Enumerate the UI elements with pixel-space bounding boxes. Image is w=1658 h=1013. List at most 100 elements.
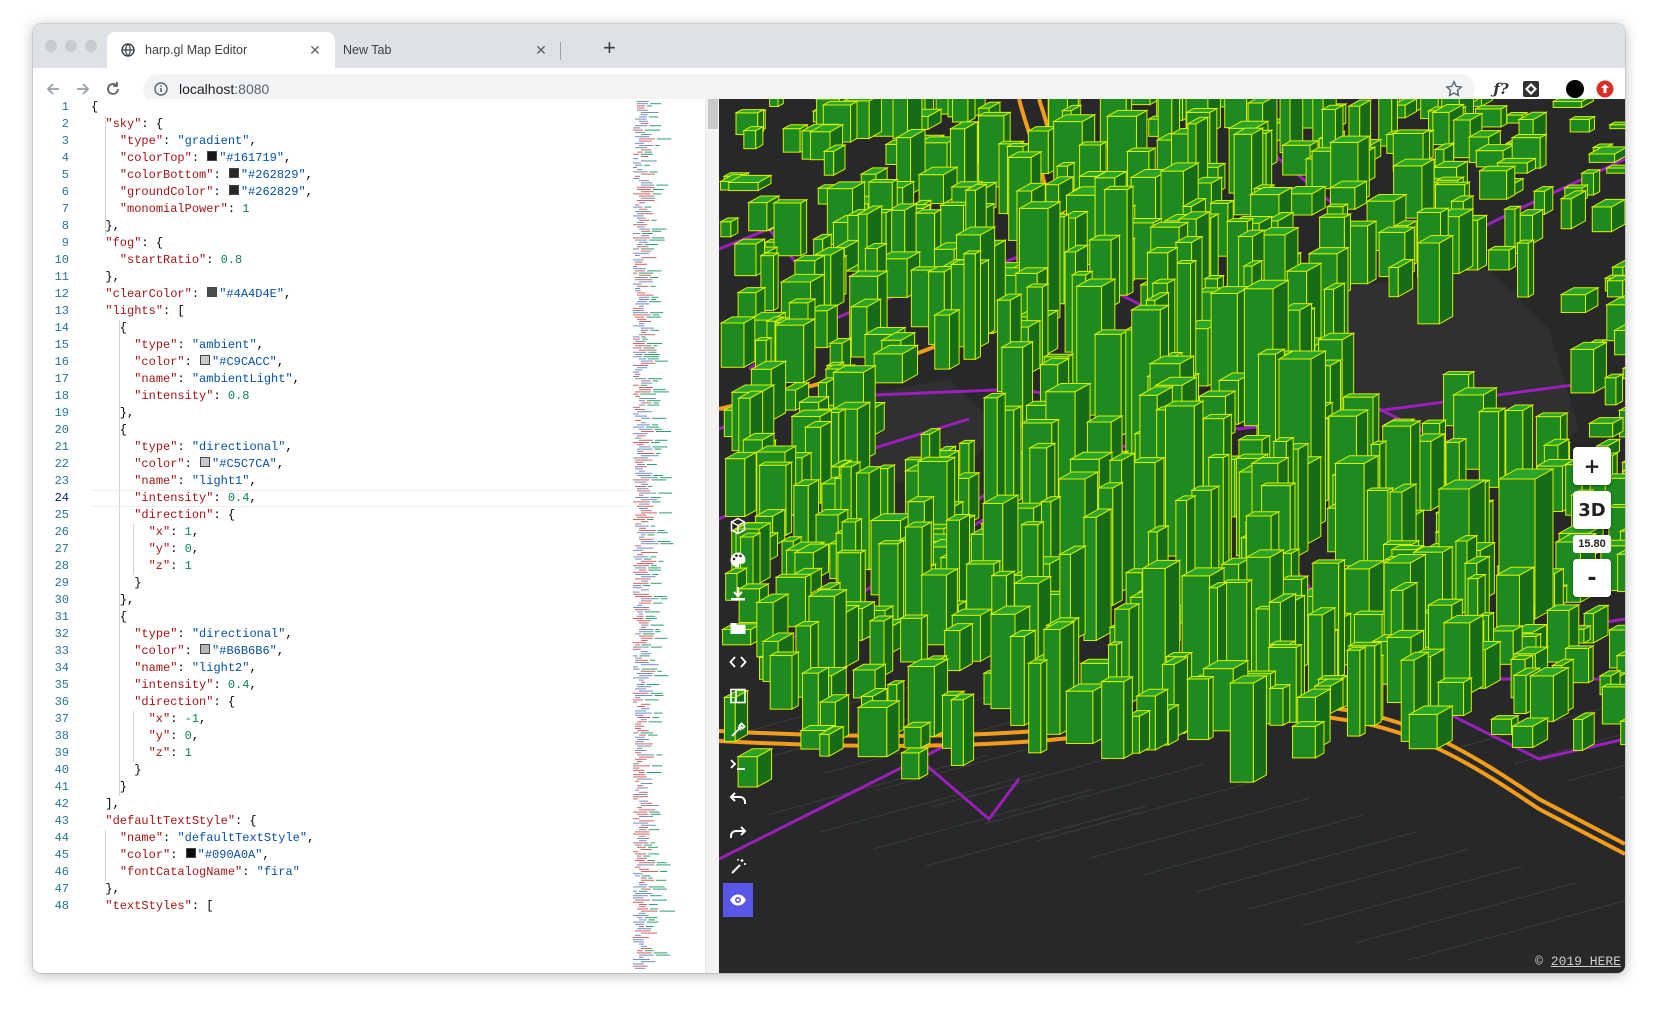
- color-swatch[interactable]: [207, 287, 218, 297]
- zoom-in-button[interactable]: +: [1573, 447, 1611, 485]
- copyright-link[interactable]: 2019 HERE: [1551, 954, 1621, 969]
- function-icon[interactable]: ƒ?: [1491, 79, 1511, 99]
- reload-icon[interactable]: [102, 78, 124, 100]
- minimap-line: [650, 497, 661, 498]
- update-icon[interactable]: [1595, 79, 1615, 99]
- color-swatch[interactable]: [200, 355, 211, 365]
- view-mode-3d-button[interactable]: 3D: [1573, 491, 1611, 529]
- code-line[interactable]: 20 {: [33, 422, 633, 439]
- code-line[interactable]: 22 "color": "#C5C7CA",: [33, 456, 633, 473]
- code-line[interactable]: 32 "type": "directional",: [33, 626, 633, 643]
- code-line[interactable]: 14 {: [33, 320, 633, 337]
- close-tab-icon[interactable]: ✕: [305, 42, 325, 59]
- color-swatch[interactable]: [200, 644, 211, 654]
- undo-icon[interactable]: [723, 781, 753, 815]
- code-line[interactable]: 31 {: [33, 609, 633, 626]
- code-line[interactable]: 5 "colorBottom": "#262829",: [33, 167, 633, 184]
- code-line[interactable]: 34 "name": "light2",: [33, 660, 633, 677]
- code-line[interactable]: 10 "startRatio": 0.8: [33, 252, 633, 269]
- minimap-line: [651, 765, 663, 767]
- code-line[interactable]: 47 },: [33, 881, 633, 898]
- profile-icon[interactable]: [1565, 79, 1585, 99]
- tab-new-tab[interactable]: New Tab ✕: [331, 32, 561, 68]
- color-swatch[interactable]: [200, 457, 211, 467]
- close-window-button[interactable]: [45, 40, 57, 52]
- code-line[interactable]: 12 "clearColor": "#4A4D4E",: [33, 286, 633, 303]
- code-line[interactable]: 48 "textStyles": [: [33, 898, 633, 915]
- code-line[interactable]: 44 "name": "defaultTextStyle",: [33, 830, 633, 847]
- new-tab-button[interactable]: +: [603, 37, 616, 59]
- code-line[interactable]: 41 }: [33, 779, 633, 796]
- back-icon[interactable]: [42, 78, 64, 100]
- code-line[interactable]: 26 "x": 1,: [33, 524, 633, 541]
- code-line[interactable]: 13 "lights": [: [33, 303, 633, 320]
- minimap-line: [641, 888, 651, 890]
- code-line[interactable]: 29 }: [33, 575, 633, 592]
- code-line[interactable]: 16 "color": "#C9CACC",: [33, 354, 633, 371]
- sidebar-toggle-icon[interactable]: [723, 679, 753, 713]
- code-line[interactable]: 23 "name": "light1",: [33, 473, 633, 490]
- maximize-window-button[interactable]: [85, 40, 97, 52]
- close-tab-icon[interactable]: ✕: [531, 42, 551, 59]
- color-swatch[interactable]: [228, 168, 239, 178]
- extension-icon[interactable]: [1521, 79, 1541, 99]
- cube-icon[interactable]: [723, 509, 753, 543]
- zoom-out-button[interactable]: -: [1573, 559, 1611, 597]
- terminal-icon[interactable]: [723, 747, 753, 781]
- code-line[interactable]: 9 "fog": {: [33, 235, 633, 252]
- code-line[interactable]: 36 "direction": {: [33, 694, 633, 711]
- code-line[interactable]: 45 "color": "#090A0A",: [33, 847, 633, 864]
- code-line[interactable]: 4 "colorTop": "#161719",: [33, 150, 633, 167]
- magic-wand-icon[interactable]: [723, 849, 753, 883]
- editor-minimap[interactable]: [633, 99, 705, 973]
- city-map-canvas[interactable]: [719, 99, 1625, 973]
- redo-icon[interactable]: [723, 815, 753, 849]
- code-line[interactable]: 11 },: [33, 269, 633, 286]
- code-line[interactable]: 6 "groundColor": "#262829",: [33, 184, 633, 201]
- color-swatch[interactable]: [207, 151, 218, 161]
- code-line[interactable]: 25 "direction": {: [33, 507, 633, 524]
- minimize-window-button[interactable]: [65, 40, 77, 52]
- palette-icon[interactable]: [723, 543, 753, 577]
- forward-icon[interactable]: [72, 78, 94, 100]
- code-line[interactable]: 18 "intensity": 0.8: [33, 388, 633, 405]
- eyedropper-icon[interactable]: [723, 713, 753, 747]
- code-line[interactable]: 40 }: [33, 762, 633, 779]
- code-line[interactable]: 39 "z": 1: [33, 745, 633, 762]
- eye-icon[interactable]: [723, 883, 753, 917]
- code-line[interactable]: 38 "y": 0,: [33, 728, 633, 745]
- tab-harp-map-editor[interactable]: harp.gl Map Editor ✕: [107, 32, 335, 68]
- code-line[interactable]: 19 },: [33, 405, 633, 422]
- minimap-line: [639, 202, 646, 204]
- code-line[interactable]: 43 "defaultTextStyle": {: [33, 813, 633, 830]
- editor-scrollbar[interactable]: [705, 99, 720, 973]
- code-line[interactable]: 24 "intensity": 0.4,: [33, 490, 633, 507]
- minimap-line: [641, 156, 649, 157]
- code-line[interactable]: 17 "name": "ambientLight",: [33, 371, 633, 388]
- site-info-icon[interactable]: [153, 81, 169, 97]
- code-icon[interactable]: [723, 645, 753, 679]
- code-line[interactable]: 37 "x": -1,: [33, 711, 633, 728]
- code-line[interactable]: 7 "monomialPower": 1: [33, 201, 633, 218]
- code-line[interactable]: 3 "type": "gradient",: [33, 133, 633, 150]
- code-line[interactable]: 15 "type": "ambient",: [33, 337, 633, 354]
- code-line[interactable]: 46 "fontCatalogName": "fira": [33, 864, 633, 881]
- code-line[interactable]: 35 "intensity": 0.4,: [33, 677, 633, 694]
- code-line[interactable]: 2 "sky": {: [33, 116, 633, 133]
- code-line[interactable]: 33 "color": "#B6B6B6",: [33, 643, 633, 660]
- code-line[interactable]: 42 ],: [33, 796, 633, 813]
- map-view[interactable]: + 3D 15.80 - © 2019 HERE: [719, 99, 1625, 973]
- code-line[interactable]: 1{: [33, 99, 633, 116]
- code-line[interactable]: 27 "y": 0,: [33, 541, 633, 558]
- download-icon[interactable]: [723, 577, 753, 611]
- color-swatch[interactable]: [185, 848, 196, 858]
- code-line[interactable]: 8 },: [33, 218, 633, 235]
- scrollbar-thumb[interactable]: [708, 99, 718, 129]
- folder-icon[interactable]: [723, 611, 753, 645]
- building-side: [1138, 709, 1151, 755]
- code-line[interactable]: 28 "z": 1: [33, 558, 633, 575]
- code-line[interactable]: 30 },: [33, 592, 633, 609]
- code-line[interactable]: 21 "type": "directional",: [33, 439, 633, 456]
- code-editor[interactable]: 1{2 "sky": {3 "type": "gradient", 4 "colo…: [33, 99, 739, 973]
- color-swatch[interactable]: [228, 185, 239, 195]
